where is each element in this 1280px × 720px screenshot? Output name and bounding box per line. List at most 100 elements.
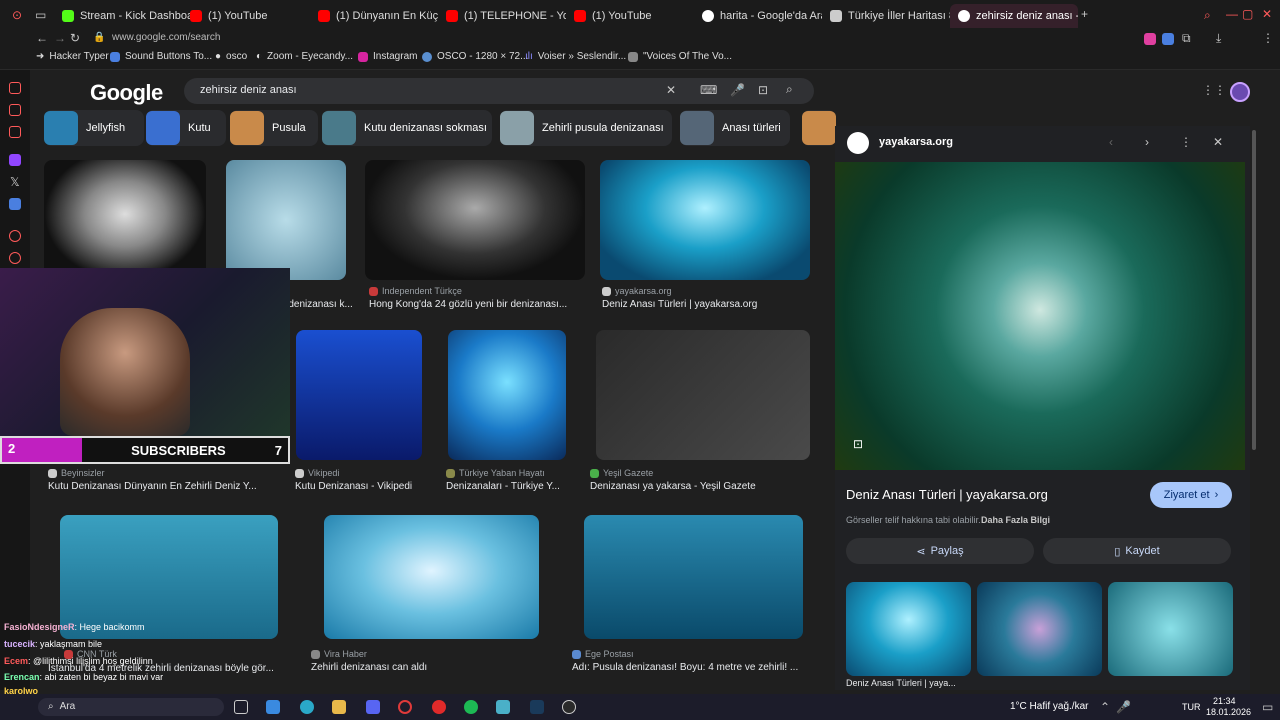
bookmark-sound-buttons[interactable]: Sound Buttons To... [110,51,212,62]
page-scrollbar[interactable] [1250,70,1280,690]
chip-kutu-denizanasi-sokmasi[interactable]: Kutu denizanası sokması [322,110,492,146]
more-info-link[interactable]: Daha Fazla Bilgi [981,515,1050,525]
forward-icon[interactable]: → [54,32,66,44]
result-image[interactable] [226,160,346,280]
taskbar-search[interactable]: ⌕ Ara [38,698,224,716]
related-image[interactable] [1108,582,1233,676]
result-source[interactable]: Independent Türkçe [369,286,462,296]
more-options-icon[interactable]: ⋮ [1180,136,1192,148]
bookmark-osco-1280[interactable]: OSCO - 1280 × 72... [422,51,528,62]
related-image[interactable] [977,582,1102,676]
sidebar-app-icon[interactable] [9,126,21,138]
preview-site-name[interactable]: yayakarsa.org [879,136,953,148]
bookmark-osco[interactable]: ● osco [215,51,247,62]
result-image[interactable] [365,160,585,280]
chip-anasi-turleri[interactable]: Anası türleri [680,110,790,146]
history-icon[interactable] [9,252,21,264]
obs-icon[interactable] [562,700,576,714]
result-source[interactable]: yayakarsa.org [602,286,672,296]
tab-youtube-1[interactable]: (1) YouTube [182,4,312,28]
microphone-tray-icon[interactable]: 🎤 [1116,701,1131,713]
discord-icon[interactable] [366,700,380,714]
file-explorer-icon[interactable] [266,700,280,714]
download-icon[interactable]: ⤓ [1216,32,1221,44]
preview-image[interactable] [835,162,1245,470]
bookmark-voices-of-the-void[interactable]: "Voices Of The Vo... [628,51,732,62]
task-view-icon[interactable] [234,700,248,714]
tab-youtube-kucuk-ev[interactable]: (1) Dünyanın En Küçük Evi [310,4,438,28]
browser-icon[interactable] [398,700,412,714]
result-source[interactable]: Beyinsizler [48,468,105,478]
scrollbar-thumb[interactable] [1252,130,1256,450]
weather-widget[interactable]: 1°C Hafif yağ./kar [1010,701,1088,712]
new-tab-icon[interactable]: + [1081,8,1088,20]
tab-turkiye-iller[interactable]: Türkiye İller Haritası 81 İl [822,4,950,28]
chip-zehirli-pusula-denizanasi[interactable]: Zehirli pusula denizanası [500,110,672,146]
extension-icon[interactable] [1162,33,1174,45]
result-title[interactable]: Denizanası ya yakarsa - Yeşil Gazete [590,481,805,492]
result-image[interactable] [448,330,566,460]
previous-icon[interactable]: ‹ [1109,136,1113,148]
clock-time[interactable]: 21:34 [1213,696,1236,706]
lens-icon[interactable]: ⊡ [758,84,768,96]
notification-icon[interactable]: ▭ [1262,701,1273,713]
result-source[interactable]: Yeşil Gazete [590,468,653,478]
microphone-icon[interactable]: 🎤 [730,84,745,96]
url-field[interactable]: www.google.com/search [112,32,220,43]
bookmark-zoom-eyecandy[interactable]: ◐ Zoom - Eyecandy... [256,51,353,62]
close-window-icon[interactable]: ✕ [1262,8,1272,20]
extension-icon[interactable] [1144,33,1156,45]
chip-jellyfish[interactable]: Jellyfish [44,110,144,146]
result-image[interactable] [324,515,539,639]
extensions-puzzle-icon[interactable]: ⧉ [1182,32,1191,44]
language-indicator[interactable]: TUR [1182,702,1201,712]
opera-icon[interactable] [432,700,446,714]
chip-kutu[interactable]: Kutu [146,110,226,146]
keyboard-icon[interactable]: ⌨ [700,84,717,96]
tab-kick-dashboard[interactable]: Stream - Kick Dashboard [54,4,194,28]
result-title[interactable]: Zehirli denizanası can aldı [311,662,491,673]
bookmark-instagram[interactable]: Instagram [358,51,417,62]
share-button[interactable]: ⋖ Paylaş [846,538,1034,564]
steam-icon[interactable] [530,700,544,714]
app-icon[interactable] [496,700,510,714]
save-button[interactable]: ▯ Kaydet [1043,538,1231,564]
related-caption[interactable]: Deniz Anası Türleri | yaya... [846,678,956,688]
result-image[interactable] [600,160,810,280]
apps-grid-icon[interactable]: ⋮⋮ [1202,84,1226,96]
minimize-icon[interactable]: — [1226,8,1238,20]
tab-list-icon[interactable]: ▭ [35,9,46,21]
result-source[interactable]: Ege Postası [572,649,634,659]
related-image[interactable] [846,582,971,676]
edge-icon[interactable] [300,700,314,714]
sidebar-app-icon[interactable] [9,104,21,116]
back-icon[interactable]: ← [36,32,48,44]
result-image[interactable] [584,515,803,639]
search-input[interactable]: zehirsiz deniz anası [184,78,814,104]
sidebar-app-icon[interactable] [9,230,21,242]
google-logo[interactable]: Google [90,80,163,106]
tab-youtube-2[interactable]: (1) YouTube [566,4,694,28]
chip-pusula[interactable]: Pusula [230,110,318,146]
lens-search-icon[interactable]: ⊡ [853,438,863,450]
clear-search-icon[interactable]: ✕ [666,84,676,96]
close-preview-icon[interactable]: ✕ [1213,136,1223,148]
chip-more[interactable] [802,110,836,146]
tab-youtube-telephone[interactable]: (1) TELEPHONE - YouTube [438,4,566,28]
x-icon[interactable]: 𝕏 [10,176,20,188]
result-image[interactable] [296,330,422,460]
visit-button[interactable]: Ziyaret et › [1150,482,1232,508]
result-source[interactable]: Türkiye Yaban Hayatı [446,468,545,478]
search-icon[interactable]: ⌕ [786,83,793,95]
menu-dots-icon[interactable]: ⋮ [1262,32,1274,44]
twitch-icon[interactable] [9,154,21,166]
preview-title[interactable]: Deniz Anası Türleri | yayakarsa.org [846,487,1048,502]
result-source[interactable]: Vikipedi [295,468,339,478]
result-title[interactable]: Adı: Pusula denizanası! Boyu: 4 metre ve… [572,662,817,673]
next-icon[interactable]: › [1145,136,1149,148]
bookmark-voiser[interactable]: ılı Voiser » Seslendir... [525,51,626,62]
sidebar-app-icon[interactable] [9,198,21,210]
sidebar-app-icon[interactable] [9,82,21,94]
tab-harita-google[interactable]: harita - Google'da Ara [694,4,822,28]
browser-profile-icon[interactable]: ⊙ [12,9,22,21]
